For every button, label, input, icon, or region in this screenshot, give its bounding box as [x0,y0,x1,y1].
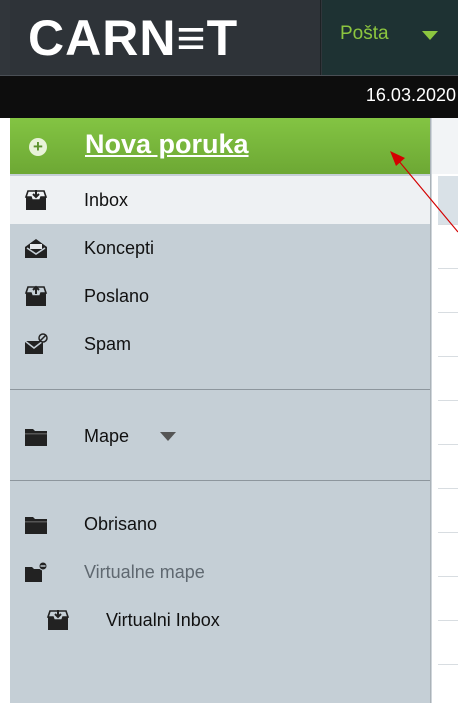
selected-message-row[interactable] [438,176,458,224]
message-row-divider [438,444,458,445]
posta-menu-label: Pošta [340,23,389,44]
caret-down-icon[interactable] [160,432,176,441]
sidebar-item-label: Obrisano [84,514,158,534]
mail-sidebar: + Nova poruka Inbox Koncepti Poslano Spa… [10,118,431,703]
message-row-divider [438,356,458,357]
new-message-label: Nova poruka [85,129,249,159]
inbox-icon [24,190,48,210]
sidebar-divider [10,389,430,390]
message-row-divider [438,664,458,665]
message-row-divider [438,576,458,577]
sidebar-item-virtual-folders[interactable]: Virtualne mape [10,548,430,596]
inbox-icon [46,610,70,630]
drafts-envelope-icon [25,239,47,258]
sidebar-item-inbox[interactable]: Inbox [10,176,430,224]
sidebar-divider [10,480,430,481]
message-row-divider [438,620,458,621]
sidebar-item-label: Poslano [84,286,150,306]
message-row-divider [438,532,458,533]
sidebar-item-spam[interactable]: Spam [10,320,430,368]
message-list-pane [431,118,458,703]
sidebar-item-label: Virtualni Inbox [106,610,220,630]
message-row-divider [438,268,458,269]
plus-circle-icon: + [29,138,47,156]
carnet-logo: CARN≡T [28,10,239,66]
message-row-divider [438,224,458,225]
sidebar-item-label: Inbox [84,190,129,210]
sidebar-item-label: Virtualne mape [84,562,205,582]
folders-label: Mape [84,426,130,446]
folder-icon [25,429,47,446]
sidebar-item-sent[interactable]: Poslano [10,272,430,320]
current-date: 16.03.2020 [365,85,456,105]
sidebar-item-folders[interactable]: Mape [10,412,430,460]
spam-envelope-icon [24,333,48,354]
top-header: CARN≡T Pošta [0,0,458,75]
virtual-folder-icon [25,561,48,582]
sidebar-item-virtual-inbox[interactable]: Virtualni Inbox [10,596,430,644]
message-row-divider [438,400,458,401]
message-row-divider [438,312,458,313]
message-row-divider [438,488,458,489]
new-message-button[interactable]: + Nova poruka [10,118,430,174]
folder-icon [25,517,47,534]
date-bar: 16.03.2020 [0,75,458,118]
message-list-header [432,118,458,174]
sidebar-item-label: Koncepti [84,238,155,258]
caret-down-icon [422,31,438,40]
sidebar-item-trash[interactable]: Obrisano [10,500,430,548]
logo-area[interactable]: CARN≡T [10,0,321,75]
posta-menu-button[interactable]: Pošta [322,0,458,75]
sidebar-item-drafts[interactable]: Koncepti [10,224,430,272]
sent-tray-icon [24,285,48,306]
sidebar-item-label: Spam [84,334,132,354]
